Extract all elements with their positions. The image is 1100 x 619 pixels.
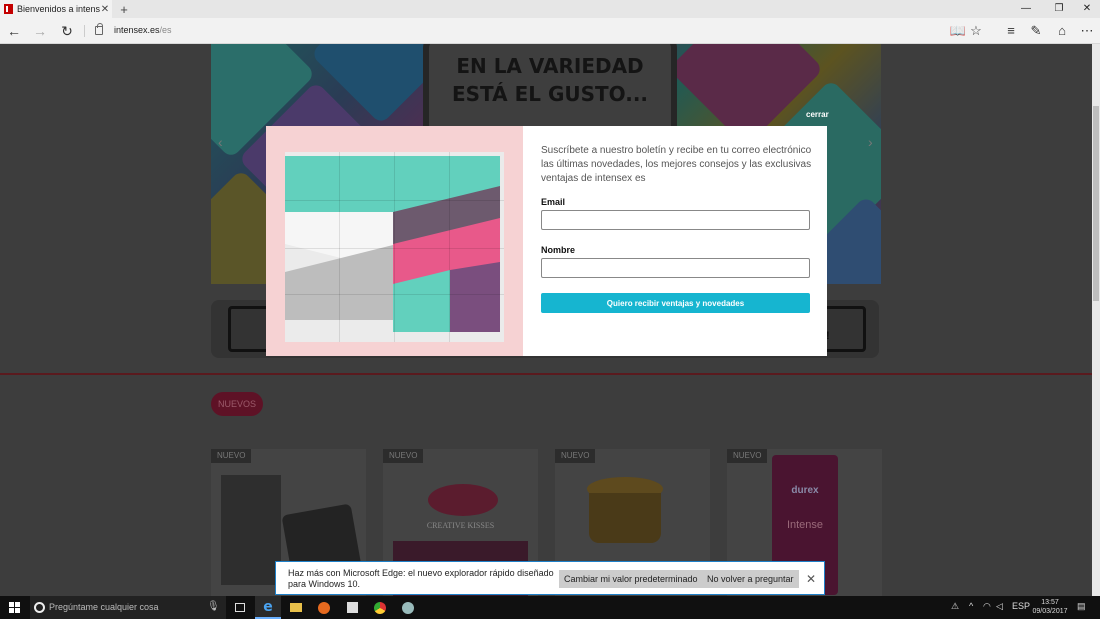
microphone-icon[interactable]: 🎙 [207, 601, 220, 612]
edge-taskbar-icon[interactable]: e [255, 596, 281, 619]
name-field[interactable] [541, 258, 810, 278]
taskbar-search-placeholder: Pregúntame cualquier cosa [49, 602, 159, 612]
reading-view-icon[interactable]: 📖 [948, 21, 968, 41]
carousel-prev-icon[interactable]: ‹ [218, 134, 223, 150]
product-brand: durex [791, 485, 819, 496]
product-new-tag: NUEVO [727, 449, 767, 463]
action-center-icon[interactable]: ▤ [1077, 601, 1086, 612]
url-domain: intensex.es [114, 25, 160, 35]
address-bar: ← → ↻ intensex.es/es 📖 ☆ ≡ ✎ ⌂ ⋯ [0, 18, 1100, 44]
product-jar-image [589, 493, 661, 543]
volume-icon[interactable]: ◁ [996, 601, 1003, 612]
clock-date: 09/03/2017 [1032, 608, 1068, 615]
site-favicon-icon [4, 4, 13, 14]
windows-start-icon[interactable] [9, 602, 20, 613]
carousel-next-icon[interactable]: › [868, 134, 873, 150]
product-image [221, 475, 281, 585]
product-lips-image [428, 484, 498, 516]
clock-time: 13:57 [1041, 599, 1059, 606]
new-section-badge[interactable]: NUEVOS [211, 392, 263, 416]
page-scrollbar[interactable] [1092, 44, 1100, 596]
product-name: CREATIVE KISSES [426, 521, 495, 530]
newsletter-modal: Suscríbete a nuestro boletín y recibe en… [266, 126, 827, 356]
url-path: /es [159, 25, 172, 35]
show-hidden-icons-icon[interactable]: ^ [969, 601, 973, 611]
title-bar: Bienvenidos a intensex ✕ + — ❐ ✕ [0, 0, 1100, 18]
task-view-icon[interactable] [227, 596, 253, 619]
email-label: Email [541, 197, 566, 207]
lock-icon [95, 23, 103, 35]
modal-description: Suscríbete a nuestro boletín y recibe en… [541, 145, 812, 184]
url-field[interactable]: intensex.es/es [114, 25, 172, 35]
notification-text: Haz más con Microsoft Edge: el nuevo exp… [288, 568, 554, 589]
file-explorer-icon[interactable] [283, 596, 309, 619]
set-default-button[interactable]: Cambiar mi valor predeterminado [559, 570, 703, 588]
minimize-button[interactable]: — [1011, 0, 1041, 18]
poster-fold [449, 152, 450, 342]
app-icon[interactable] [395, 596, 421, 619]
address-separator [84, 25, 85, 37]
language-indicator[interactable]: ESP [1012, 601, 1030, 611]
hero-line-2: ESTÁ EL GUSTO... [451, 82, 649, 106]
windows-taskbar: Pregúntame cualquier cosa 🎙 e ⚠ ^ ◠ ◁ ES… [0, 596, 1100, 619]
product-new-tag: NUEVO [383, 449, 423, 463]
notification-close-icon[interactable]: ✕ [806, 572, 816, 586]
poster-fold [394, 152, 395, 342]
modal-image-panel [266, 126, 523, 356]
forward-button[interactable]: → [30, 21, 50, 41]
browser-tab[interactable]: Bienvenidos a intensex ✕ [0, 0, 112, 18]
web-note-icon[interactable]: ✎ [1026, 21, 1046, 41]
hub-icon[interactable]: ≡ [1001, 21, 1021, 41]
cortana-icon[interactable] [34, 602, 45, 613]
email-field[interactable] [541, 210, 810, 230]
back-button[interactable]: ← [4, 21, 24, 41]
close-window-button[interactable]: ✕ [1072, 0, 1100, 18]
hero-line-1: EN LA VARIEDAD [456, 54, 644, 78]
hero-slogan: EN LA VARIEDAD ESTÁ EL GUSTO... [423, 52, 677, 108]
modal-form-panel: Suscríbete a nuestro boletín y recibe en… [523, 126, 827, 356]
favorite-star-icon[interactable]: ☆ [966, 21, 986, 41]
more-icon[interactable]: ⋯ [1077, 21, 1097, 41]
modal-close-link[interactable]: cerrar [806, 110, 829, 119]
refresh-button[interactable]: ↻ [57, 21, 77, 41]
tab-close-icon[interactable]: ✕ [100, 4, 110, 15]
restore-button[interactable]: ❐ [1044, 0, 1074, 18]
poster-fold [339, 152, 340, 342]
warning-tray-icon[interactable]: ⚠ [951, 601, 959, 612]
new-tab-button[interactable]: + [116, 2, 132, 17]
name-label: Nombre [541, 245, 576, 255]
dont-ask-again-button[interactable]: No volver a preguntar [702, 570, 799, 588]
firefox-icon[interactable] [311, 596, 337, 619]
network-icon[interactable]: ◠ [983, 601, 991, 612]
product-new-tag: NUEVO [555, 449, 595, 463]
modal-poster-image [285, 152, 504, 342]
scrollbar-thumb[interactable] [1093, 106, 1099, 301]
product-new-tag: NUEVO [211, 449, 251, 463]
store-icon[interactable] [339, 596, 365, 619]
taskbar-clock[interactable]: 13:57 09/03/2017 [1030, 598, 1070, 616]
subscribe-button[interactable]: Quiero recibir ventajas y novedades [541, 293, 810, 313]
share-icon[interactable]: ⌂ [1052, 21, 1072, 41]
section-divider [0, 373, 1092, 375]
chrome-icon[interactable] [367, 596, 393, 619]
product-name: Intense [786, 519, 824, 531]
edge-default-browser-notification: Haz más con Microsoft Edge: el nuevo exp… [275, 561, 825, 595]
tab-title: Bienvenidos a intensex [17, 4, 100, 14]
